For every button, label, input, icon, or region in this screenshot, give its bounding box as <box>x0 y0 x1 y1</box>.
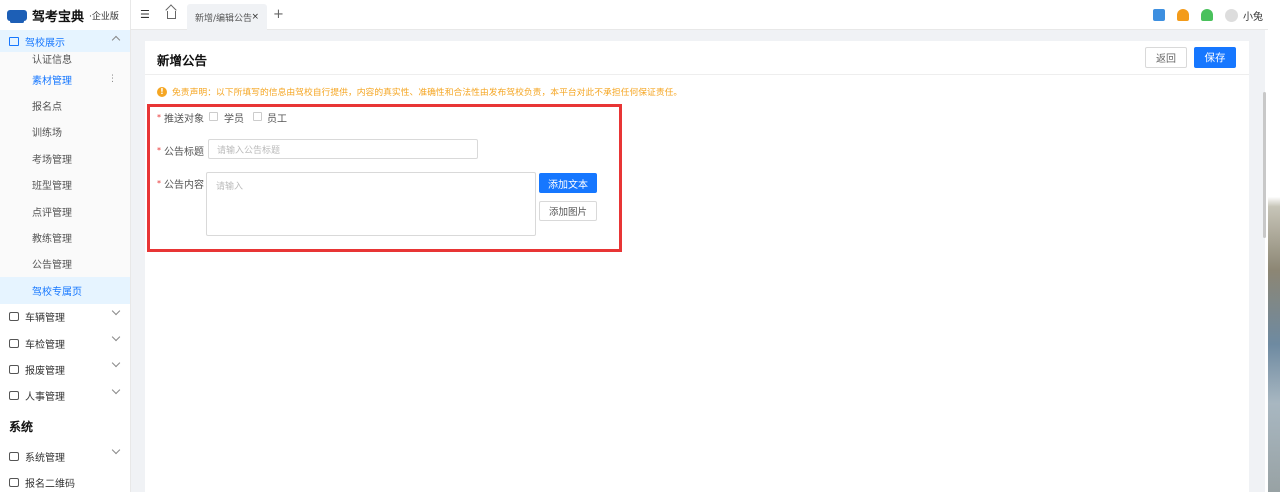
sidebar-section-title: 系统 <box>9 419 34 434</box>
checkbox-student-label[interactable]: 学员 <box>224 110 244 125</box>
add-tab-button[interactable]: + <box>273 7 284 22</box>
sidebar-item-label: 训练场 <box>32 128 62 140</box>
app-name: 驾考宝典 <box>32 9 85 25</box>
sidebar-group-hr[interactable]: 人事管理 <box>0 383 130 409</box>
sidebar-group-label: 报废管理 <box>25 365 65 377</box>
disclaimer-notice: ! 免责声明：以下所填写的信息由驾校自行提供，内容的真实性、准确性和合法性由发布… <box>157 85 682 98</box>
sidebar-item-school-page[interactable]: 驾校专属页 <box>0 277 130 304</box>
inspection-icon <box>9 338 19 348</box>
gear-icon <box>9 451 19 461</box>
sidebar-group-label: 驾校展示 <box>25 37 65 49</box>
content-textarea[interactable]: 请输入 <box>206 172 536 236</box>
add-image-button[interactable]: 添加图片 <box>539 201 597 221</box>
chevron-down-icon <box>111 385 121 394</box>
sidebar-item-qrcode[interactable]: 报名二维码 <box>0 469 130 492</box>
sidebar-group-label: 人事管理 <box>25 392 65 404</box>
close-icon[interactable]: × <box>251 12 259 22</box>
sidebar-group-vehicles[interactable]: 车辆管理 <box>0 304 130 330</box>
chevron-up-icon <box>111 35 121 45</box>
person-icon <box>9 391 19 401</box>
app-edition: ·企业版 <box>89 11 119 22</box>
user-icon[interactable] <box>1177 9 1189 21</box>
user-name[interactable]: 小兔 <box>1243 8 1263 23</box>
car-icon <box>9 312 19 322</box>
title-label-text: 公告标题 <box>164 147 204 158</box>
background-photo-edge <box>1268 0 1280 492</box>
chevron-down-icon <box>111 359 121 368</box>
display-icon <box>9 36 19 46</box>
sidebar-item-certification[interactable]: 认证信息 <box>0 52 130 66</box>
sidebar-item-label: 认证信息 <box>32 55 72 66</box>
title-input[interactable]: 请输入公告标题 <box>208 139 478 159</box>
sidebar-item-label: 教练管理 <box>32 234 72 246</box>
disclaimer-text: 免责声明：以下所填写的信息由驾校自行提供，内容的真实性、准确性和合法性由发布驾校… <box>172 88 683 98</box>
sidebar-item-reviews[interactable]: 点评管理 <box>0 198 130 224</box>
logo[interactable]: 驾考宝典 ·企业版 <box>0 0 130 30</box>
back-button[interactable]: 返回 <box>1145 47 1187 68</box>
sidebar-group-scrap[interactable]: 报废管理 <box>0 356 130 382</box>
menu-icon[interactable]: ☰ <box>140 8 150 21</box>
divider <box>145 74 1249 75</box>
top-bar: ☰ 新增/编辑公告 × + 小兔 <box>131 0 1280 30</box>
title-label: * 公告标题 <box>157 143 204 158</box>
tab-edit-announcement[interactable]: 新增/编辑公告 × <box>187 4 267 30</box>
content-label-text: 公告内容 <box>164 180 204 191</box>
sidebar-item-class-type[interactable]: 班型管理 <box>0 172 130 198</box>
checkbox-staff-label[interactable]: 员工 <box>267 110 287 125</box>
tab-label: 新增/编辑公告 <box>195 13 253 24</box>
search-icon[interactable] <box>1153 9 1165 21</box>
sidebar: 驾考宝典 ·企业版 驾校展示 认证信息 素材管理 ⋮ 报名点 训练场 考场管理 班… <box>0 0 131 492</box>
sidebar-group-system[interactable]: 系统管理 <box>0 443 130 469</box>
scrollbar-thumb[interactable] <box>1263 92 1266 238</box>
more-icon[interactable]: ⋮ <box>108 74 117 84</box>
toolbar-right: 小兔 <box>1153 6 1280 24</box>
avatar[interactable] <box>1225 8 1238 22</box>
sidebar-submenu: 认证信息 素材管理 ⋮ 报名点 训练场 考场管理 班型管理 点评管理 教练管理 公… <box>0 52 130 304</box>
sidebar-item-coaches[interactable]: 教练管理 <box>0 224 130 250</box>
chevron-down-icon <box>111 445 121 455</box>
sidebar-item-materials[interactable]: 素材管理 ⋮ <box>0 66 130 92</box>
save-button[interactable]: 保存 <box>1194 47 1236 68</box>
required-mark: * <box>157 146 161 155</box>
content-placeholder: 请输入 <box>216 182 244 192</box>
required-mark: * <box>157 179 161 188</box>
title-placeholder: 请输入公告标题 <box>217 145 281 156</box>
sidebar-item-label: 驾校专属页 <box>32 286 82 298</box>
sidebar-group-label: 系统管理 <box>25 452 65 464</box>
sidebar-item-label: 点评管理 <box>32 207 72 219</box>
bell-icon[interactable] <box>1201 9 1213 21</box>
target-label-text: 推送对象 <box>164 114 204 125</box>
logo-icon <box>7 9 27 23</box>
chevron-down-icon <box>111 306 121 315</box>
warning-icon: ! <box>157 86 167 97</box>
required-mark: * <box>157 113 161 122</box>
checkbox-student[interactable] <box>209 112 218 121</box>
qrcode-icon <box>9 478 19 488</box>
sidebar-item-label: 报名二维码 <box>25 479 75 491</box>
sidebar-item-label: 班型管理 <box>32 181 72 193</box>
sidebar-group-label: 车检管理 <box>25 339 65 351</box>
sidebar-group-driving-school[interactable]: 驾校展示 <box>0 30 130 52</box>
page-title: 新增公告 <box>157 53 208 68</box>
sidebar-item-signup-point[interactable]: 报名点 <box>0 92 130 118</box>
chevron-down-icon <box>111 332 121 342</box>
sidebar-group-label: 车辆管理 <box>25 313 65 325</box>
sidebar-group-inspection[interactable]: 车检管理 <box>0 330 130 356</box>
add-text-button[interactable]: 添加文本 <box>539 173 597 193</box>
sidebar-item-label: 报名点 <box>32 102 62 114</box>
sidebar-item-label: 素材管理 <box>32 75 72 87</box>
content-label: * 公告内容 <box>157 176 204 191</box>
home-icon[interactable] <box>167 11 176 19</box>
sidebar-item-exam-site[interactable]: 考场管理 <box>0 145 130 171</box>
sidebar-item-label: 考场管理 <box>32 154 72 166</box>
checkbox-staff[interactable] <box>253 112 262 121</box>
sidebar-item-training-ground[interactable]: 训练场 <box>0 119 130 145</box>
sidebar-item-label: 公告管理 <box>32 260 72 272</box>
trash-icon <box>9 364 19 374</box>
target-label: * 推送对象 <box>157 110 204 125</box>
sidebar-item-announcements[interactable]: 公告管理 <box>0 251 130 277</box>
main-content: 新增公告 返回 保存 ! 免责声明：以下所填写的信息由驾校自行提供，内容的真实性… <box>145 41 1249 492</box>
